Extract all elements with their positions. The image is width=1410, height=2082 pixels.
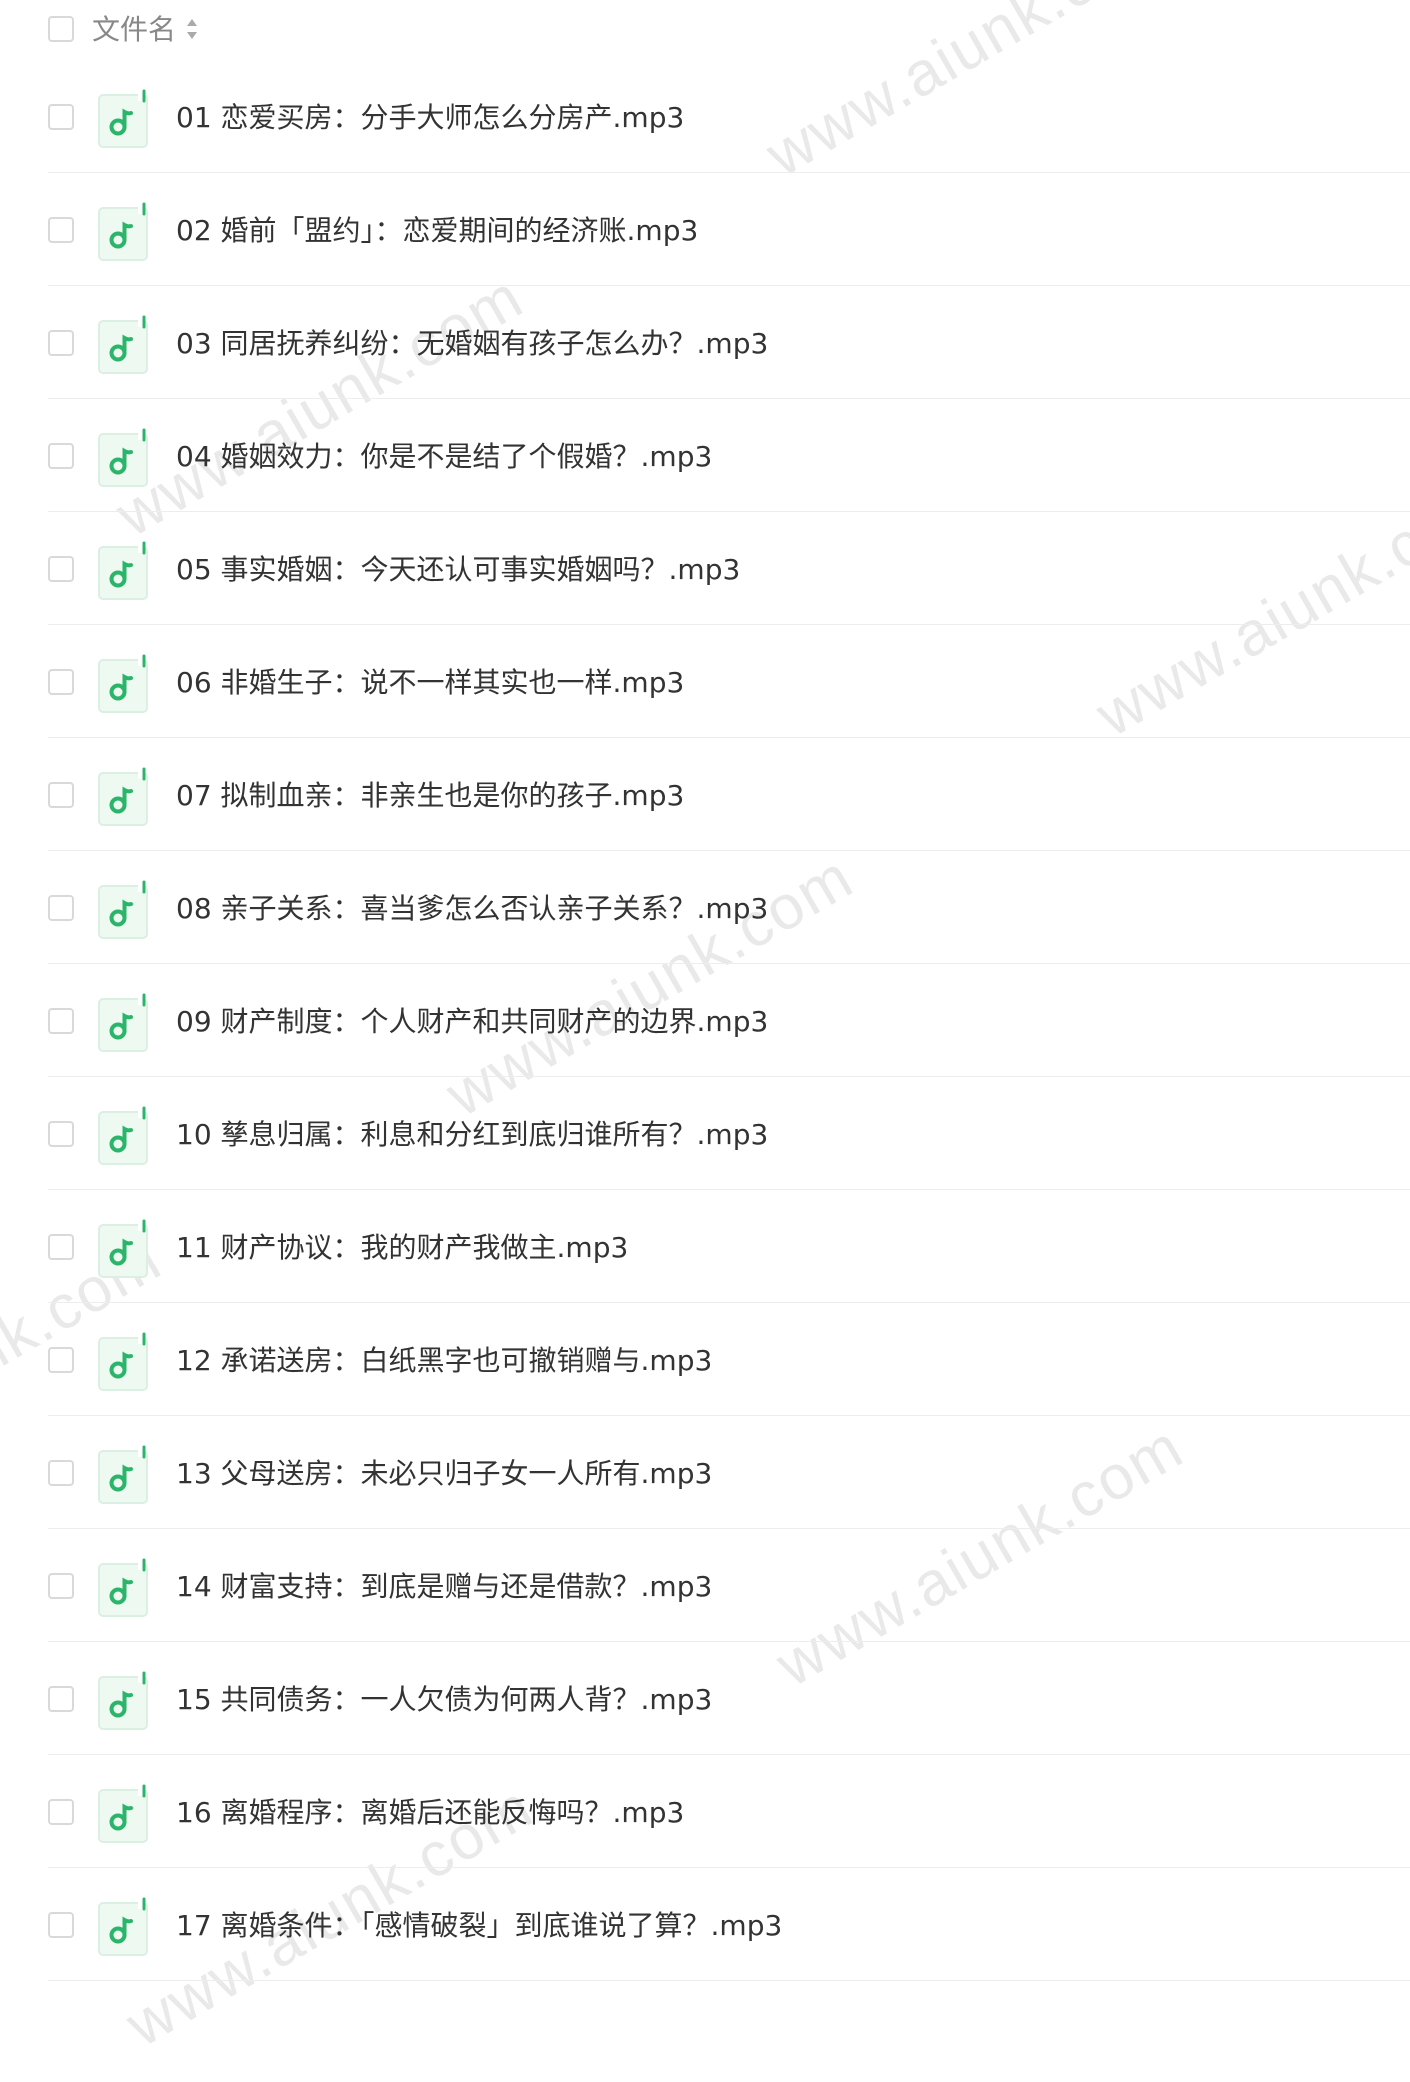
music-note-icon (98, 1784, 150, 1846)
music-note-icon (98, 654, 150, 716)
music-note-icon (98, 1332, 150, 1394)
music-note-icon (98, 315, 150, 377)
file-row[interactable]: 15 共同债务：一人欠债为何两人背？.mp3 (48, 1642, 1410, 1755)
file-row[interactable]: 10 孳息归属：利息和分红到底归谁所有？.mp3 (48, 1077, 1410, 1190)
file-row[interactable]: 03 同居抚养纠纷：无婚姻有孩子怎么办？.mp3 (48, 286, 1410, 399)
file-name[interactable]: 13 父母送房：未必只归子女一人所有.mp3 (176, 1454, 712, 1494)
row-checkbox[interactable] (48, 669, 74, 695)
row-checkbox[interactable] (48, 1912, 74, 1938)
music-note-icon (98, 767, 150, 829)
music-note-icon (98, 89, 150, 151)
file-row[interactable]: 01 恋爱买房：分手大师怎么分房产.mp3 (48, 60, 1410, 173)
file-name[interactable]: 16 离婚程序：离婚后还能反悔吗？.mp3 (176, 1793, 684, 1833)
music-note-icon (98, 541, 150, 603)
row-checkbox[interactable] (48, 330, 74, 356)
select-all-checkbox[interactable] (48, 16, 74, 42)
row-checkbox[interactable] (48, 104, 74, 130)
column-header-filename[interactable]: 文件名 (92, 10, 176, 50)
row-checkbox[interactable] (48, 1460, 74, 1486)
file-name[interactable]: 15 共同债务：一人欠债为何两人背？.mp3 (176, 1680, 712, 1720)
file-row[interactable]: 02 婚前「盟约」：恋爱期间的经济账.mp3 (48, 173, 1410, 286)
file-list-header: 文件名 (0, 0, 1410, 60)
file-row[interactable]: 07 拟制血亲：非亲生也是你的孩子.mp3 (48, 738, 1410, 851)
row-checkbox[interactable] (48, 782, 74, 808)
music-note-icon (98, 880, 150, 942)
file-name[interactable]: 14 财富支持：到底是赠与还是借款？.mp3 (176, 1567, 712, 1607)
row-checkbox[interactable] (48, 1008, 74, 1034)
file-row[interactable]: 09 财产制度：个人财产和共同财产的边界.mp3 (48, 964, 1410, 1077)
row-checkbox[interactable] (48, 1347, 74, 1373)
file-row[interactable]: 06 非婚生子：说不一样其实也一样.mp3 (48, 625, 1410, 738)
file-row[interactable]: 12 承诺送房：白纸黑字也可撤销赠与.mp3 (48, 1303, 1410, 1416)
file-row[interactable]: 05 事实婚姻：今天还认可事实婚姻吗？.mp3 (48, 512, 1410, 625)
file-row[interactable]: 17 离婚条件：「感情破裂」到底谁说了算？.mp3 (48, 1868, 1410, 1981)
file-name[interactable]: 05 事实婚姻：今天还认可事实婚姻吗？.mp3 (176, 550, 740, 590)
row-checkbox[interactable] (48, 556, 74, 582)
file-name[interactable]: 17 离婚条件：「感情破裂」到底谁说了算？.mp3 (176, 1906, 782, 1946)
music-note-icon (98, 428, 150, 490)
file-list: 文件名 01 恋爱买房：分手大师怎么分房产.mp3 02 婚前「盟约」：恋爱期间… (0, 0, 1410, 1981)
row-checkbox[interactable] (48, 443, 74, 469)
file-row[interactable]: 13 父母送房：未必只归子女一人所有.mp3 (48, 1416, 1410, 1529)
file-name[interactable]: 03 同居抚养纠纷：无婚姻有孩子怎么办？.mp3 (176, 324, 768, 364)
row-checkbox[interactable] (48, 1686, 74, 1712)
file-name[interactable]: 11 财产协议：我的财产我做主.mp3 (176, 1228, 628, 1268)
music-note-icon (98, 993, 150, 1055)
file-name[interactable]: 07 拟制血亲：非亲生也是你的孩子.mp3 (176, 776, 684, 816)
sort-arrows-icon[interactable] (184, 16, 200, 42)
file-name[interactable]: 09 财产制度：个人财产和共同财产的边界.mp3 (176, 1002, 768, 1042)
file-row[interactable]: 11 财产协议：我的财产我做主.mp3 (48, 1190, 1410, 1303)
row-checkbox[interactable] (48, 1234, 74, 1260)
music-note-icon (98, 202, 150, 264)
music-note-icon (98, 1671, 150, 1733)
file-name[interactable]: 01 恋爱买房：分手大师怎么分房产.mp3 (176, 98, 684, 138)
file-name[interactable]: 06 非婚生子：说不一样其实也一样.mp3 (176, 663, 684, 703)
row-checkbox[interactable] (48, 1121, 74, 1147)
music-note-icon (98, 1445, 150, 1507)
row-checkbox[interactable] (48, 1573, 74, 1599)
file-name[interactable]: 10 孳息归属：利息和分红到底归谁所有？.mp3 (176, 1115, 768, 1155)
file-name[interactable]: 12 承诺送房：白纸黑字也可撤销赠与.mp3 (176, 1341, 712, 1381)
file-name[interactable]: 08 亲子关系：喜当爹怎么否认亲子关系？.mp3 (176, 889, 768, 929)
file-rows: 01 恋爱买房：分手大师怎么分房产.mp3 02 婚前「盟约」：恋爱期间的经济账… (0, 60, 1410, 1981)
row-checkbox[interactable] (48, 217, 74, 243)
row-checkbox[interactable] (48, 895, 74, 921)
music-note-icon (98, 1558, 150, 1620)
row-checkbox[interactable] (48, 1799, 74, 1825)
music-note-icon (98, 1219, 150, 1281)
file-row[interactable]: 04 婚姻效力：你是不是结了个假婚？.mp3 (48, 399, 1410, 512)
music-note-icon (98, 1897, 150, 1959)
file-row[interactable]: 14 财富支持：到底是赠与还是借款？.mp3 (48, 1529, 1410, 1642)
music-note-icon (98, 1106, 150, 1168)
file-row[interactable]: 08 亲子关系：喜当爹怎么否认亲子关系？.mp3 (48, 851, 1410, 964)
file-name[interactable]: 02 婚前「盟约」：恋爱期间的经济账.mp3 (176, 211, 698, 251)
file-name[interactable]: 04 婚姻效力：你是不是结了个假婚？.mp3 (176, 437, 712, 477)
file-row[interactable]: 16 离婚程序：离婚后还能反悔吗？.mp3 (48, 1755, 1410, 1868)
